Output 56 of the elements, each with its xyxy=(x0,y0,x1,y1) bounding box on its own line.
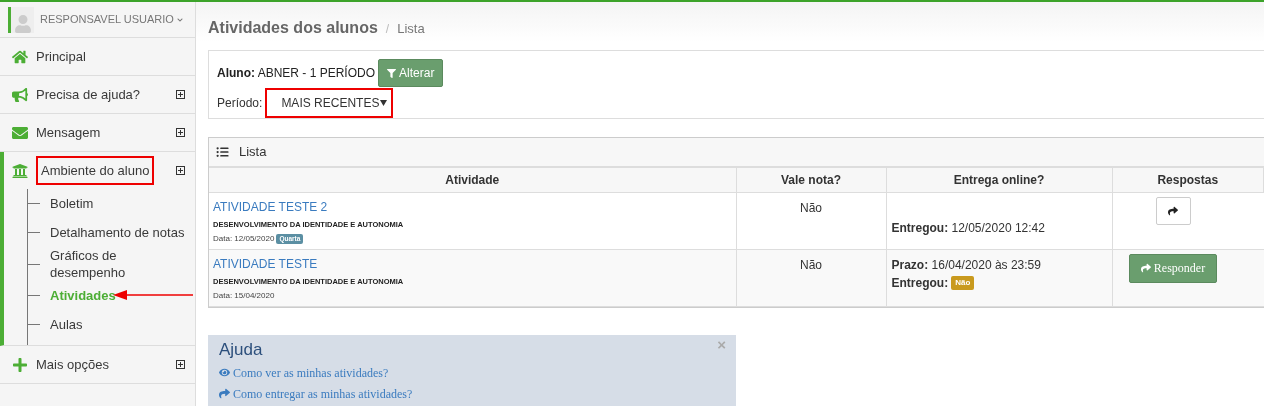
activity-link[interactable]: ATIVIDADE TESTE xyxy=(213,254,732,273)
chevron-icon xyxy=(176,16,183,23)
sidebar-item[interactable]: Mais opções xyxy=(0,346,195,383)
list-icon xyxy=(216,146,229,158)
expand-icon[interactable] xyxy=(176,128,185,137)
expand-icon[interactable] xyxy=(176,166,185,175)
sidebar-item[interactable]: Precisa de ajuda? xyxy=(0,76,195,113)
column-header: Vale nota? xyxy=(736,168,886,192)
dropdown-caret-icon xyxy=(380,100,388,106)
user-menu[interactable]: RESPONSAVEL USUARIO xyxy=(40,11,183,28)
period-select[interactable]: MAIS RECENTES xyxy=(265,88,394,118)
expand-icon[interactable] xyxy=(176,90,185,99)
bank-icon xyxy=(12,162,28,179)
help-title: Ajuda xyxy=(219,338,264,361)
student-text: Aluno: ABNER - 1 PERÍODO xyxy=(217,64,376,82)
status-badge: Não xyxy=(951,275,975,290)
eye-icon xyxy=(219,367,230,378)
column-header: Atividade xyxy=(209,168,736,192)
table-cell: Não xyxy=(800,200,822,215)
column-header: Respostas xyxy=(1112,168,1264,192)
sidebar-label: Ambiente do aluno xyxy=(36,155,155,186)
breadcrumb-separator: / xyxy=(385,21,390,38)
share-icon xyxy=(219,388,230,399)
breadcrumb-current: Lista xyxy=(397,20,425,38)
column-header: Entrega online? xyxy=(886,168,1112,192)
list-title: Lista xyxy=(239,143,267,162)
period-label: Período: xyxy=(217,95,263,112)
sidebar-label: Mensagem xyxy=(36,123,101,142)
filter-icon xyxy=(387,68,397,78)
sidebar-item[interactable]: Principal xyxy=(0,38,195,75)
delivered-text: Entregou: xyxy=(891,274,949,292)
activity-link[interactable]: ATIVIDADE TESTE 2 xyxy=(213,197,732,216)
sidebar-label: Mais opções xyxy=(36,355,109,374)
table-cell: Não xyxy=(800,257,822,272)
submenu-item[interactable]: Detalhamento de notas xyxy=(50,224,195,241)
share-icon xyxy=(1168,205,1178,216)
sidebar-item[interactable]: Ambiente do aluno xyxy=(4,152,195,189)
submenu-item[interactable]: Aulas xyxy=(50,316,195,333)
share-icon xyxy=(1140,263,1151,273)
sidebar-item[interactable]: Mensagem xyxy=(0,114,195,151)
submenu-item[interactable]: Boletim xyxy=(50,195,195,212)
page-title: Atividades dos alunos xyxy=(208,18,378,38)
user-icon xyxy=(13,14,32,33)
house-icon xyxy=(12,48,28,65)
expand-icon[interactable] xyxy=(176,360,185,369)
reply-button[interactable] xyxy=(1155,196,1191,225)
megaphone-icon xyxy=(12,86,28,103)
activity-date: Data: 15/04/2020 xyxy=(213,289,275,302)
activity-date: Data: 12/05/2020 xyxy=(213,232,275,245)
deadline-text: Prazo: 16/04/2020 às 23:59 xyxy=(891,256,1042,274)
sidebar-label: Principal xyxy=(36,47,86,66)
submenu-item[interactable]: Gráficos de desempenho xyxy=(50,247,195,281)
delivered-text: Entregou: 12/05/2020 12:42 xyxy=(891,219,1045,237)
envelope-icon xyxy=(12,124,28,141)
plus-icon xyxy=(12,356,28,373)
sidebar-label: Precisa de ajuda? xyxy=(36,85,141,104)
